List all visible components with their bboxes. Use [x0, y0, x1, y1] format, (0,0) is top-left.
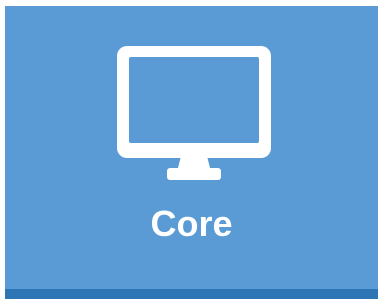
tile-label: Core [150, 203, 233, 244]
tile-bottom-bar [5, 289, 378, 299]
monitor-icon [115, 44, 273, 182]
core-tile[interactable]: Core [5, 6, 378, 299]
